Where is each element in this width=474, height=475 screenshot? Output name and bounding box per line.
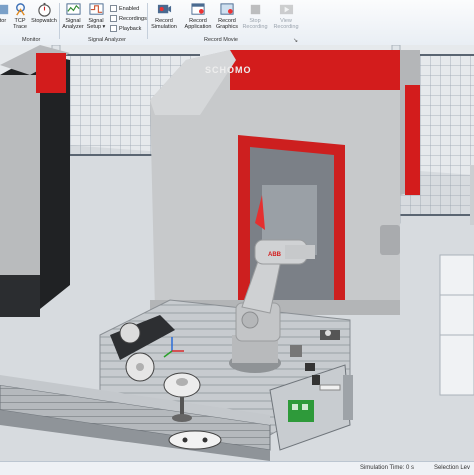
checkbox-box bbox=[110, 5, 117, 12]
playback-label: Playback bbox=[119, 25, 142, 32]
group-label-signal-analyzer: Signal Analyzer bbox=[88, 37, 126, 43]
tool-icon bbox=[0, 4, 8, 15]
recordings-label: Recordings bbox=[119, 15, 147, 22]
station-scene: SCHOMO ABB bbox=[0, 45, 474, 461]
enabled-label: Enabled bbox=[119, 5, 140, 12]
recordings-checkbox[interactable]: Recordings bbox=[110, 15, 147, 22]
signal-analyzer-button[interactable]: Signal Analyzer bbox=[61, 2, 85, 34]
side-shelf bbox=[439, 254, 474, 396]
signal-setup-icon bbox=[88, 3, 104, 15]
record-graphics-button[interactable]: Record Graphics bbox=[214, 2, 240, 34]
robot-logo: ABB bbox=[268, 252, 282, 258]
record-application-label: Record Application bbox=[184, 18, 212, 30]
stop-recording-label: Stop Recording bbox=[242, 18, 268, 30]
tool-button[interactable]: tor bbox=[0, 2, 10, 34]
record-simulation-label: Record Simulation bbox=[151, 18, 177, 30]
group-label-monitor: Monitor bbox=[22, 37, 41, 43]
group-label-record-movie: Record Movie bbox=[204, 37, 238, 43]
view-recording-label: View Recording bbox=[273, 18, 299, 30]
tool-button-label: tor bbox=[0, 18, 7, 24]
signal-analyzer-icon bbox=[65, 3, 81, 15]
dialog-launcher-icon[interactable]: ↘ bbox=[293, 37, 298, 44]
3d-viewport[interactable]: SCHOMO ABB bbox=[0, 45, 474, 461]
view-recording-button[interactable]: View Recording bbox=[270, 2, 302, 34]
record-graphics-icon bbox=[219, 3, 234, 15]
enabled-checkbox[interactable]: Enabled bbox=[110, 5, 139, 12]
record-simulation-button[interactable]: Record Simulation bbox=[148, 2, 180, 34]
checkbox-box bbox=[110, 25, 117, 32]
record-application-icon bbox=[190, 3, 205, 15]
record-simulation-icon bbox=[157, 4, 171, 14]
checkbox-box bbox=[110, 15, 117, 22]
ribbon-separator bbox=[59, 3, 60, 39]
signal-analyzer-label: Signal Analyzer bbox=[62, 18, 84, 30]
selection-level-dropdown[interactable]: Selection Lev bbox=[434, 465, 470, 471]
signal-setup-label: Signal Setup ▾ bbox=[86, 18, 106, 30]
view-recording-icon bbox=[279, 4, 293, 15]
tcp-trace-label: TCP Trace bbox=[13, 18, 27, 30]
stopwatch-icon bbox=[37, 2, 51, 17]
wall-lettering: SCHOMO bbox=[205, 65, 252, 75]
stopwatch-label: Stopwatch bbox=[31, 18, 57, 24]
ribbon-toolbar: tor TCP Trace Stopwatch Signal Analyzer … bbox=[0, 0, 474, 46]
tcp-trace-icon bbox=[15, 3, 25, 16]
stopwatch-button[interactable]: Stopwatch bbox=[31, 2, 57, 34]
stop-recording-button[interactable]: Stop Recording bbox=[242, 2, 268, 34]
record-graphics-label: Record Graphics bbox=[215, 18, 238, 30]
record-application-button[interactable]: Record Application bbox=[182, 2, 214, 34]
left-machine-cabinet bbox=[0, 45, 70, 317]
stop-icon bbox=[250, 4, 260, 15]
simulation-time: Simulation Time: 0 s bbox=[359, 465, 414, 471]
signal-setup-button[interactable]: Signal Setup ▾ bbox=[86, 2, 106, 34]
status-bar: Simulation Time: 0 s Selection Lev bbox=[0, 461, 474, 475]
playback-checkbox[interactable]: Playback bbox=[110, 25, 141, 32]
tcp-trace-button[interactable]: TCP Trace bbox=[10, 2, 30, 34]
